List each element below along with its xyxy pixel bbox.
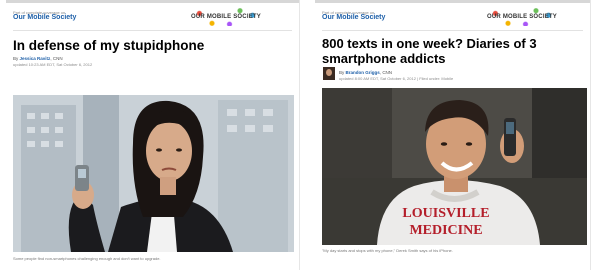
author-link[interactable]: Brandon Griggs [346, 70, 380, 75]
our-mobile-society-logo[interactable]: OUR MOBILE SOCIETY [487, 8, 557, 26]
article-right: Part of complete coverage on Our Mobile … [315, 0, 591, 270]
article-photo [13, 95, 294, 252]
byline: By Brandon Griggs, CNN [339, 70, 393, 75]
photo-caption: "My day starts and stops with my phone,"… [322, 248, 453, 253]
article-photo: LOUISVILLE MEDICINE [322, 88, 587, 245]
author-link[interactable]: Jessica Ravitz [20, 56, 51, 61]
byline: By Jessica Ravitz, CNN [13, 56, 63, 61]
timestamp: updated 10:23 AM EDT, Sat October 6, 201… [13, 62, 93, 67]
section-link-our-mobile-society[interactable]: Our Mobile Society [322, 14, 385, 21]
article-headline: 800 texts in one week? Diaries of 3 smar… [322, 36, 537, 66]
top-border [6, 0, 299, 3]
sweatshirt-text-line-2: MEDICINE [409, 223, 482, 238]
divider [322, 30, 583, 31]
author-avatar[interactable] [323, 67, 335, 80]
sweatshirt-text-line-1: LOUISVILLE [402, 206, 489, 221]
article-left: Part of complete coverage on Our Mobile … [6, 0, 300, 270]
photo-caption: Some people find non-smartphones challen… [13, 256, 161, 261]
our-mobile-society-logo[interactable]: OUR MOBILE SOCIETY [191, 8, 261, 26]
article-headline: In defense of my stupidphone [13, 38, 205, 53]
woman-with-phone-illustration [13, 95, 294, 252]
man-with-phone-illustration: LOUISVILLE MEDICINE [322, 88, 587, 245]
section-link-our-mobile-society[interactable]: Our Mobile Society [13, 14, 76, 21]
top-border [315, 0, 590, 3]
divider [13, 30, 292, 31]
timestamp: updated 8:00 AM EDT, Sat October 6, 2012… [339, 76, 454, 81]
